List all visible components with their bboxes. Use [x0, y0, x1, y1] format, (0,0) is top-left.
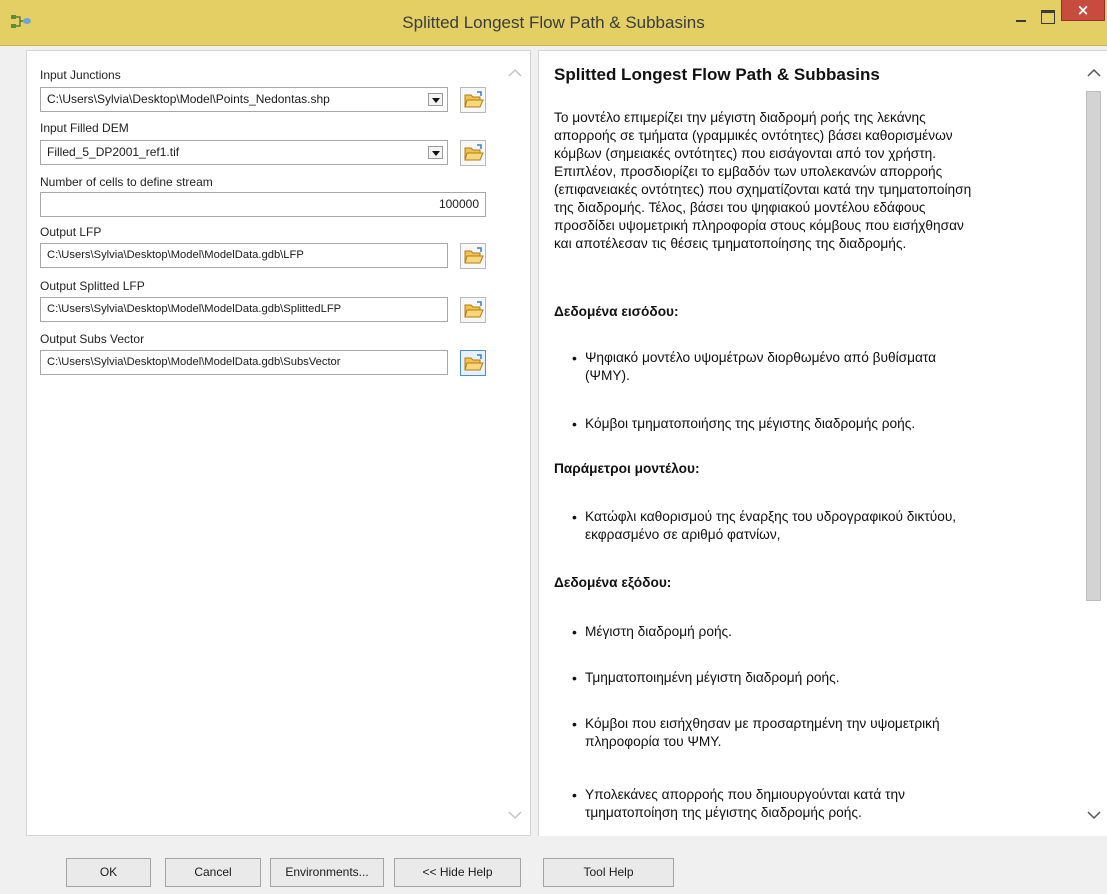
list-item-line: Κόμβοι που εισήχθησαν με προσαρτημένη τη…	[585, 716, 940, 731]
browse-output-subs-vector-button[interactable]	[460, 350, 486, 376]
help-scrollbar-thumb[interactable]	[1086, 91, 1101, 601]
help-description-line: και αποτέλεσαν τις θέσεις τμηματοποίησης…	[554, 236, 907, 251]
open-folder-icon	[464, 354, 484, 371]
window-title: Splitted Longest Flow Path & Subbasins	[402, 13, 705, 32]
outputs-heading: Δεδομένα εξόδου:	[554, 575, 672, 590]
open-folder-icon	[464, 91, 484, 108]
input-junctions-value: C:\Users\Sylvia\Desktop\Model\Points_Ned…	[47, 92, 330, 106]
chevron-down-icon[interactable]	[428, 93, 443, 106]
maximize-button[interactable]	[1036, 4, 1058, 28]
output-subs-vector-input[interactable]: C:\Users\Sylvia\Desktop\Model\ModelData.…	[40, 350, 448, 375]
output-splitted-lfp-label: Output Splitted LFP	[40, 279, 145, 293]
open-folder-icon	[464, 144, 484, 161]
help-description-line: (επιφανειακές οντότητες) που σχηματίζοντ…	[554, 182, 972, 197]
number-of-cells-input[interactable]: 100000	[40, 192, 486, 217]
chevron-up-icon[interactable]	[507, 67, 523, 79]
list-item: Κόμβοι τμηματοποιήσης της μέγιστης διαδρ…	[572, 415, 1055, 433]
help-pane[interactable]: Splitted Longest Flow Path & Subbasins Τ…	[538, 50, 1107, 836]
list-item-line: (ΨΜΥ).	[585, 368, 630, 383]
ok-button[interactable]: OK	[66, 858, 151, 887]
help-description-line: προσδίδει υψομετρική πληροφορία στους κό…	[554, 218, 964, 233]
close-button[interactable]: ×	[1061, 0, 1105, 21]
browse-input-filled-dem-button[interactable]	[460, 140, 486, 166]
list-item-line: Τμηματοποιημένη μέγιστη διαδρομή ροής.	[585, 670, 840, 685]
output-lfp-label: Output LFP	[40, 225, 102, 239]
help-description-line: απορροής σε τμήματα (γραμμικές οντότητες…	[554, 128, 953, 143]
output-splitted-lfp-input[interactable]: C:\Users\Sylvia\Desktop\Model\ModelData.…	[40, 297, 448, 322]
environments-button[interactable]: Environments...	[270, 858, 384, 887]
tool-help-button[interactable]: Tool Help	[543, 858, 674, 887]
browse-output-splitted-lfp-button[interactable]	[460, 297, 486, 323]
number-of-cells-label: Number of cells to define stream	[40, 175, 213, 189]
list-item-line: Ψηφιακό μοντέλο υψομέτρων διορθωμένο από…	[585, 350, 937, 365]
minimize-button[interactable]	[1010, 4, 1032, 28]
hide-help-button[interactable]: << Hide Help	[394, 858, 521, 887]
list-item-line: πληροφορία του ΨΜΥ.	[585, 734, 722, 749]
params-heading: Παράμετροι μοντέλου:	[554, 461, 700, 476]
list-item-line: Μέγιστη διαδρομή ροής.	[585, 624, 732, 639]
help-description-line: κόμβων (σημειακές οντότητες) που εισάγον…	[554, 146, 937, 161]
input-filled-dem-combo[interactable]: Filled_5_DP2001_ref1.tif	[40, 140, 448, 165]
list-item-line: Υπολεκάνες απορροής που δημιουργούνται κ…	[585, 787, 905, 802]
title-bar: Splitted Longest Flow Path & Subbasins ×	[0, 0, 1107, 46]
list-item: Κόμβοι που εισήχθησαν με προσαρτημένη τη…	[572, 715, 1055, 751]
list-item-line: τμηματοποίηση της μέγιστης διαδρομής ροή…	[585, 805, 862, 820]
chevron-down-icon[interactable]	[1086, 809, 1102, 821]
help-description: Το μοντέλο επιμερίζει την μέγιστη διαδρο…	[554, 109, 1069, 253]
help-title: Splitted Longest Flow Path & Subbasins	[554, 65, 880, 84]
chevron-up-icon[interactable]	[1086, 67, 1102, 79]
input-filled-dem-label: Input Filled DEM	[40, 121, 129, 135]
help-description-line: Το μοντέλο επιμερίζει την μέγιστη διαδρο…	[554, 110, 926, 125]
output-subs-vector-label: Output Subs Vector	[40, 332, 145, 346]
list-item-line: Κόμβοι τμηματοποιήσης της μέγιστης διαδρ…	[585, 416, 916, 431]
help-description-line: Επιπλέον, προσδιορίζει το εμβαδόν των υπ…	[554, 164, 943, 179]
open-folder-icon	[464, 247, 484, 264]
input-filled-dem-value: Filled_5_DP2001_ref1.tif	[47, 145, 180, 159]
list-item: Ψηφιακό μοντέλο υψομέτρων διορθωμένο από…	[572, 349, 1055, 385]
cancel-button[interactable]: Cancel	[165, 858, 261, 887]
list-item: Τμηματοποιημένη μέγιστη διαδρομή ροής.	[572, 669, 1055, 687]
input-junctions-label: Input Junctions	[40, 68, 121, 82]
help-description-line: της διαδρομής. Τέλος, βάσει του ψηφιακού…	[554, 200, 926, 215]
chevron-down-icon[interactable]	[428, 146, 443, 159]
list-item-line: εκφρασμένο σε αριθμό φατνίων,	[585, 527, 781, 542]
browse-input-junctions-button[interactable]	[460, 87, 486, 113]
input-junctions-combo[interactable]: C:\Users\Sylvia\Desktop\Model\Points_Ned…	[40, 87, 448, 112]
list-item: Μέγιστη διαδρομή ροής.	[572, 623, 1055, 641]
list-item: Κατώφλι καθορισμού της έναρξης του υδρογ…	[572, 508, 1055, 544]
inputs-heading: Δεδομένα εισόδου:	[554, 304, 679, 319]
browse-output-lfp-button[interactable]	[460, 243, 486, 269]
open-folder-icon	[464, 301, 484, 318]
output-lfp-input[interactable]: C:\Users\Sylvia\Desktop\Model\ModelData.…	[40, 243, 448, 268]
list-item-line: Κατώφλι καθορισμού της έναρξης του υδρογ…	[585, 509, 957, 524]
chevron-down-icon[interactable]	[507, 809, 523, 821]
parameters-pane[interactable]: Input Junctions C:\Users\Sylvia\Desktop\…	[26, 50, 531, 836]
list-item: Υπολεκάνες απορροής που δημιουργούνται κ…	[572, 786, 1055, 822]
